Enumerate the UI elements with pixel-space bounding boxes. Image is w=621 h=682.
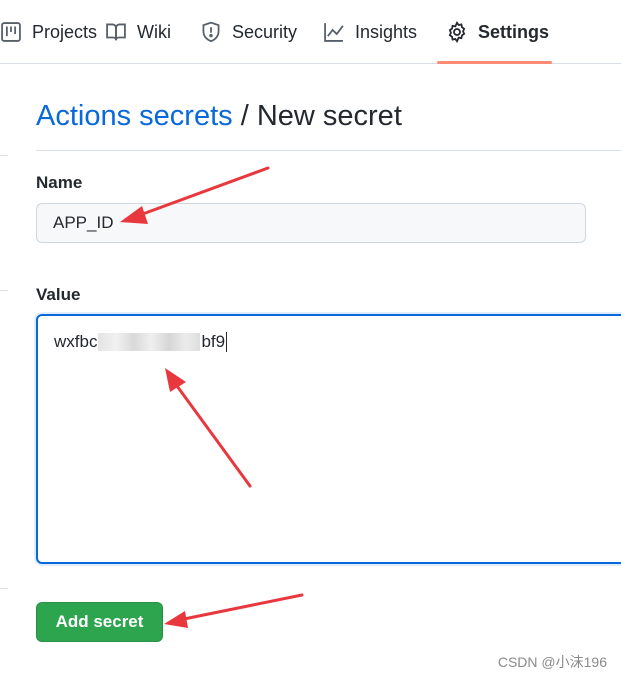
tab-security[interactable]: Security (200, 0, 297, 64)
watermark: CSDN @小沫196 (497, 654, 607, 670)
tab-label: Wiki (137, 21, 171, 42)
tab-insights[interactable]: Insights (323, 0, 417, 64)
page-heading: New secret (256, 100, 402, 132)
book-icon (105, 21, 127, 43)
tab-label: Security (232, 21, 298, 42)
arrow-to-add-button (164, 593, 304, 628)
breadcrumb-actions-secrets[interactable]: Actions secrets (36, 100, 233, 132)
tab-wiki[interactable]: Wiki (105, 0, 171, 64)
shield-icon (200, 21, 222, 43)
header-divider (36, 150, 621, 151)
value-prefix: wxfbc (54, 332, 98, 351)
value-label: Value (36, 285, 81, 304)
project-board-icon (0, 21, 22, 43)
repo-nav: Projects Wiki Security Insights Settings (0, 0, 621, 64)
tab-settings[interactable]: Settings (446, 0, 549, 64)
secret-value-textarea[interactable]: wxfbc bf9 (36, 314, 621, 564)
tab-label: Projects (32, 21, 98, 42)
redacted-mosaic (98, 333, 201, 351)
graph-icon (323, 21, 345, 43)
text-cursor (226, 332, 228, 352)
gear-icon (446, 21, 468, 43)
secret-value-text: wxfbc bf9 (54, 332, 228, 352)
page-title: Actions secrets / New secret (36, 100, 402, 133)
value-suffix: bf9 (201, 332, 226, 351)
name-label: Name (36, 173, 83, 192)
breadcrumb-separator: / (240, 100, 249, 132)
divider (0, 588, 8, 589)
tab-label: Insights (355, 21, 418, 42)
divider (0, 290, 8, 291)
divider (0, 155, 8, 156)
secret-name-input[interactable] (36, 203, 586, 243)
add-secret-button[interactable]: Add secret (36, 602, 163, 642)
tab-projects[interactable]: Projects (0, 0, 97, 64)
tab-label: Settings (478, 21, 550, 42)
active-tab-indicator (437, 61, 552, 64)
